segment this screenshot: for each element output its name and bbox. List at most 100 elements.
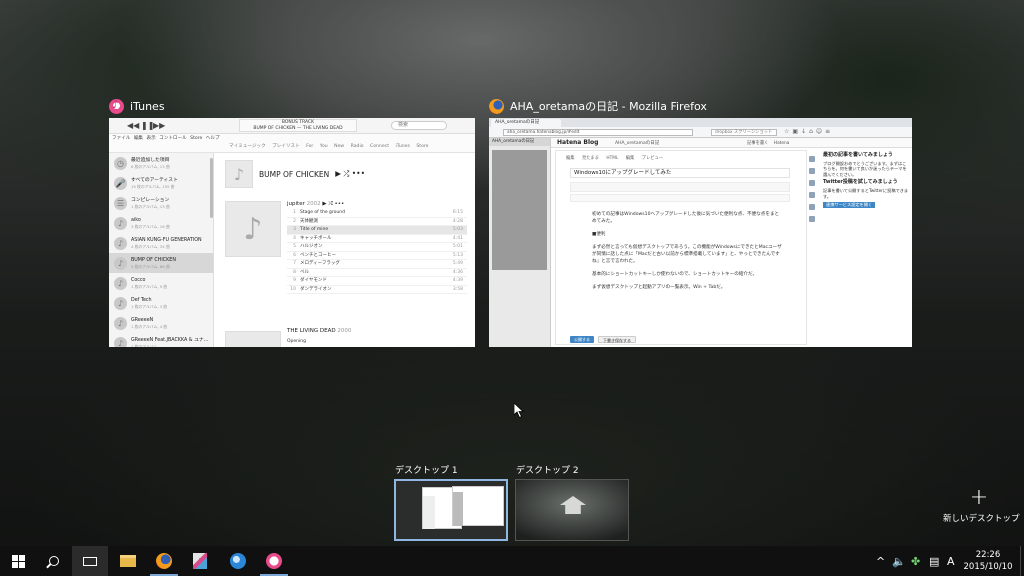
track-title: ベル bbox=[300, 269, 309, 275]
panel-text-1: ブログ開設おめでとうございます。まずはこちらを。何を書いて良いか迷ったらテーマを… bbox=[823, 160, 907, 177]
track-row: 8 ベル 4:36 bbox=[287, 269, 467, 277]
firefox-icon bbox=[156, 553, 172, 569]
itunes-search-input: 検索 bbox=[391, 121, 447, 130]
album-block-2: THE LIVING DEAD 2000 Opening bbox=[287, 328, 351, 344]
artist-list-item: ♪ aiko 3 枚のアルバム, 16 曲 bbox=[109, 213, 213, 233]
artist-item-count: 1 枚のアルバム, 13 曲 bbox=[131, 203, 170, 209]
editor-tabs: 編集 見たまま HTML 編集 プレビュー bbox=[566, 156, 664, 161]
pinned-app-button[interactable] bbox=[182, 546, 218, 576]
hatena-blog-page: Hatena Blog AHA_oretamaの日記 記事を書く Hatena … bbox=[551, 138, 912, 347]
artist-item-count: 1 枚のアルバム, 4 曲 bbox=[131, 323, 168, 329]
artist-item-count: 4 枚のアルバム, 34 曲 bbox=[131, 243, 170, 249]
track-number: 6 bbox=[293, 252, 296, 258]
network-app-button[interactable] bbox=[220, 546, 256, 576]
editor-toolbar bbox=[570, 182, 790, 192]
firefox-window-title[interactable]: AHA_oretamaの日記 - Mozilla Firefox bbox=[489, 98, 707, 114]
firefox-taskbar-button[interactable] bbox=[146, 546, 182, 576]
track-row: 3 Title of mine 5:03 bbox=[287, 226, 467, 235]
artist-item-count: 6 枚のアルバム, 13 曲 bbox=[131, 163, 170, 169]
track-number: 10 bbox=[290, 286, 296, 292]
track-title: ダンデライオン bbox=[300, 286, 332, 292]
post-paragraph: まず仮想デスクトップと起動アプリの一覧表示。Win + Tabだ。 bbox=[592, 285, 726, 290]
itunes-menu-bar: ファイル 編集 表示 コントロール Store ヘルプ bbox=[112, 136, 220, 141]
track-title: ベンチとコーヒー bbox=[300, 252, 336, 258]
artist-item-count: 19 枚のアルバム, 155 曲 bbox=[131, 183, 175, 189]
panel-text-2: 記事を書いて公開するとTwitterに投稿できます。 bbox=[823, 187, 909, 199]
post-paragraph: ■便利 bbox=[592, 232, 606, 237]
castle-wallpaper-shape bbox=[560, 496, 586, 514]
artist-item-name: GReeeeN Feat.JBACKKA & ユナ… bbox=[131, 337, 209, 343]
clock-date: 2015/10/10 bbox=[963, 562, 1013, 572]
itunes-window-thumbnail[interactable]: ◀◀ ❚❚ ▶▶ BONUS TRACK BUMP OF CHICKEN — T… bbox=[109, 118, 475, 347]
panel-heading-2: Twitter投稿を試してみましょう bbox=[823, 179, 898, 186]
action-center-button[interactable]: ▤ bbox=[929, 546, 939, 576]
ime-label: A bbox=[947, 554, 955, 568]
start-button[interactable] bbox=[0, 546, 36, 576]
track-row: 5 ハルジオン 5:01 bbox=[287, 243, 467, 252]
editor-toolbar-2 bbox=[570, 194, 790, 202]
track-duration: 4:41 bbox=[452, 235, 463, 241]
music-note-icon: ♪ bbox=[114, 216, 127, 230]
itunes-nav: ファイル 編集 表示 コントロール Store ヘルプ マイミュージック プレイ… bbox=[109, 134, 475, 153]
artist-item-name: BUMP OF CHICKEN bbox=[131, 257, 176, 263]
itunes-taskbar-button[interactable] bbox=[256, 546, 292, 576]
clock[interactable]: 22:26 2015/10/10 bbox=[958, 549, 1018, 573]
track-duration: 5:01 bbox=[452, 244, 463, 249]
track-row: 2 天体観測 4:28 bbox=[287, 218, 467, 226]
mini-firefox-window bbox=[452, 486, 504, 526]
firefox-sidebar: AHA_oretamaの日記 bbox=[489, 138, 551, 347]
music-note-icon: ♪ bbox=[114, 336, 127, 347]
desktop-1-label[interactable]: デスクトップ 1 bbox=[395, 463, 458, 476]
track-number: 1 bbox=[293, 210, 296, 215]
album2-track: Opening bbox=[287, 339, 306, 344]
track-duration: 6:15 bbox=[452, 210, 463, 215]
track-number: 9 bbox=[293, 278, 296, 283]
music-note-icon: ♪ bbox=[114, 256, 127, 270]
desktop-2-label[interactable]: デスクトップ 2 bbox=[516, 463, 579, 476]
firefox-window-thumbnail[interactable]: AHA_oretamaの日記 aha_oretama.hatenablog.jp… bbox=[489, 118, 912, 347]
album-art-placeholder: ♪ bbox=[225, 201, 281, 257]
track-duration: 4:28 bbox=[452, 218, 463, 224]
itunes-window-title[interactable]: iTunes bbox=[109, 98, 165, 114]
task-view-button[interactable] bbox=[72, 546, 108, 576]
post-paragraph: 初めての記事はWindows10へアップグレードした後に気づいた便利な点、不便な… bbox=[592, 212, 780, 224]
new-desktop-button[interactable]: + 新しいデスクトップ bbox=[943, 485, 1020, 525]
editor-side-icons bbox=[809, 156, 819, 228]
artist-item-count: 5 枚のアルバム, 68 曲 bbox=[131, 263, 170, 269]
show-hidden-icons[interactable]: ^ bbox=[876, 546, 885, 576]
artist-item-count: 1 枚のアルバム, 3 曲 bbox=[131, 303, 168, 309]
firefox-tab: AHA_oretamaの日記 bbox=[491, 119, 561, 127]
plus-icon: + bbox=[969, 485, 989, 510]
publish-button: 公開する bbox=[570, 336, 594, 343]
search-bar: dropbox スクリーンショット bbox=[711, 129, 777, 136]
globe-icon bbox=[230, 553, 246, 569]
desktop-1-thumbnail[interactable] bbox=[394, 479, 508, 541]
volume-button[interactable]: 🔈 bbox=[892, 546, 906, 576]
music-note-icon: ♪ bbox=[114, 236, 127, 250]
post-title-field: Windows10にアップグレードしてみた bbox=[570, 168, 790, 178]
artist-list-item: ♪ Cocco 1 枚のアルバム, 9 曲 bbox=[109, 273, 213, 293]
track-number: 8 bbox=[293, 269, 296, 275]
search-button[interactable] bbox=[36, 546, 72, 576]
post-editor: 編集 見たまま HTML 編集 プレビュー Windows10にアップグレードし… bbox=[555, 150, 807, 345]
album-year: 2002 bbox=[306, 201, 321, 207]
show-desktop-button[interactable] bbox=[1020, 546, 1024, 576]
artist-name: BUMP OF CHICKEN bbox=[259, 169, 330, 179]
track-duration: 5:03 bbox=[452, 227, 463, 232]
ime-indicator[interactable]: A bbox=[947, 546, 955, 576]
itunes-tabs: マイミュージック プレイリスト For You New Radio Connec… bbox=[229, 144, 429, 149]
toolbar-icons: ☆▣↓⌂☺≡ bbox=[784, 128, 834, 135]
mic-icon: 🎤 bbox=[114, 176, 127, 190]
clock-time: 22:26 bbox=[975, 550, 1001, 560]
task-view-icon bbox=[83, 556, 97, 566]
music-note-icon: ♪ bbox=[114, 296, 127, 310]
artist-item-count: 1 枚のアルバム, 9 曲 bbox=[131, 283, 168, 289]
itunes-artist-list: ◷ 最近追加した項目 6 枚のアルバム, 13 曲 🎤 すべてのアーティスト 19 枚のア… bbox=[109, 153, 214, 347]
tray-app-button[interactable]: ✤ bbox=[911, 546, 920, 576]
file-explorer-button[interactable] bbox=[110, 546, 146, 576]
tray-app-icon: ✤ bbox=[911, 554, 921, 568]
track-title: Stage of the ground bbox=[300, 210, 345, 215]
artist-item-name: すべてのアーティスト bbox=[131, 177, 178, 183]
artist-item-name: ASIAN KUNG-FU GENERATION bbox=[131, 237, 202, 243]
desktop-2-thumbnail[interactable] bbox=[515, 479, 629, 541]
